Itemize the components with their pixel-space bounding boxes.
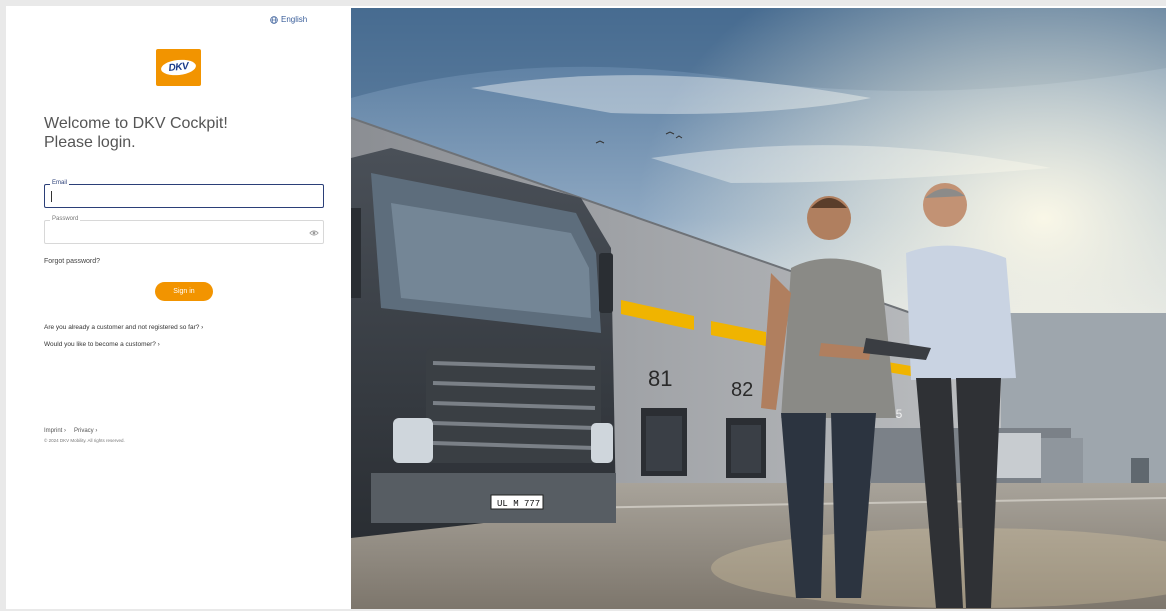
text-cursor: [51, 191, 52, 202]
footer-links: Imprint › Privacy ›: [44, 428, 97, 434]
eye-icon[interactable]: [309, 228, 319, 238]
sign-in-button[interactable]: Sign in: [155, 282, 213, 301]
dock-number-81: 81: [648, 366, 672, 391]
email-field[interactable]: Email: [44, 180, 324, 208]
welcome-line-2: Please login.: [44, 134, 136, 151]
privacy-link[interactable]: Privacy ›: [74, 428, 97, 434]
copyright-text: © 2024 DKV Mobility. All rights reserved…: [44, 438, 125, 443]
globe-icon: [270, 15, 278, 24]
hero-image: 81 82 85 UL M 777: [351, 8, 1166, 609]
language-label: English: [281, 15, 308, 24]
welcome-heading: Welcome to DKV Cockpit! Please login.: [44, 114, 228, 152]
imprint-link[interactable]: Imprint ›: [44, 428, 66, 434]
language-selector[interactable]: English: [270, 15, 307, 24]
logo-oval: DKV: [160, 58, 197, 77]
license-plate: UL M 777: [497, 499, 540, 509]
forgot-password-link[interactable]: Forgot password?: [44, 258, 100, 265]
email-label: Email: [50, 180, 70, 186]
hero-illustration: 81 82 85 UL M 777: [351, 8, 1166, 609]
become-customer-link[interactable]: Would you like to become a customer? ›: [44, 341, 160, 348]
password-label: Password: [50, 216, 81, 222]
registration-link[interactable]: Are you already a customer and not regis…: [44, 324, 203, 331]
login-panel: English DKV Welcome to DKV Cockpit! Plea…: [6, 8, 349, 609]
password-field[interactable]: Password: [44, 216, 324, 244]
logo-text: DKV: [168, 60, 189, 75]
welcome-line-1: Welcome to DKV Cockpit!: [44, 115, 228, 132]
dock-number-82: 82: [731, 379, 753, 401]
dkv-logo: DKV: [156, 49, 201, 86]
